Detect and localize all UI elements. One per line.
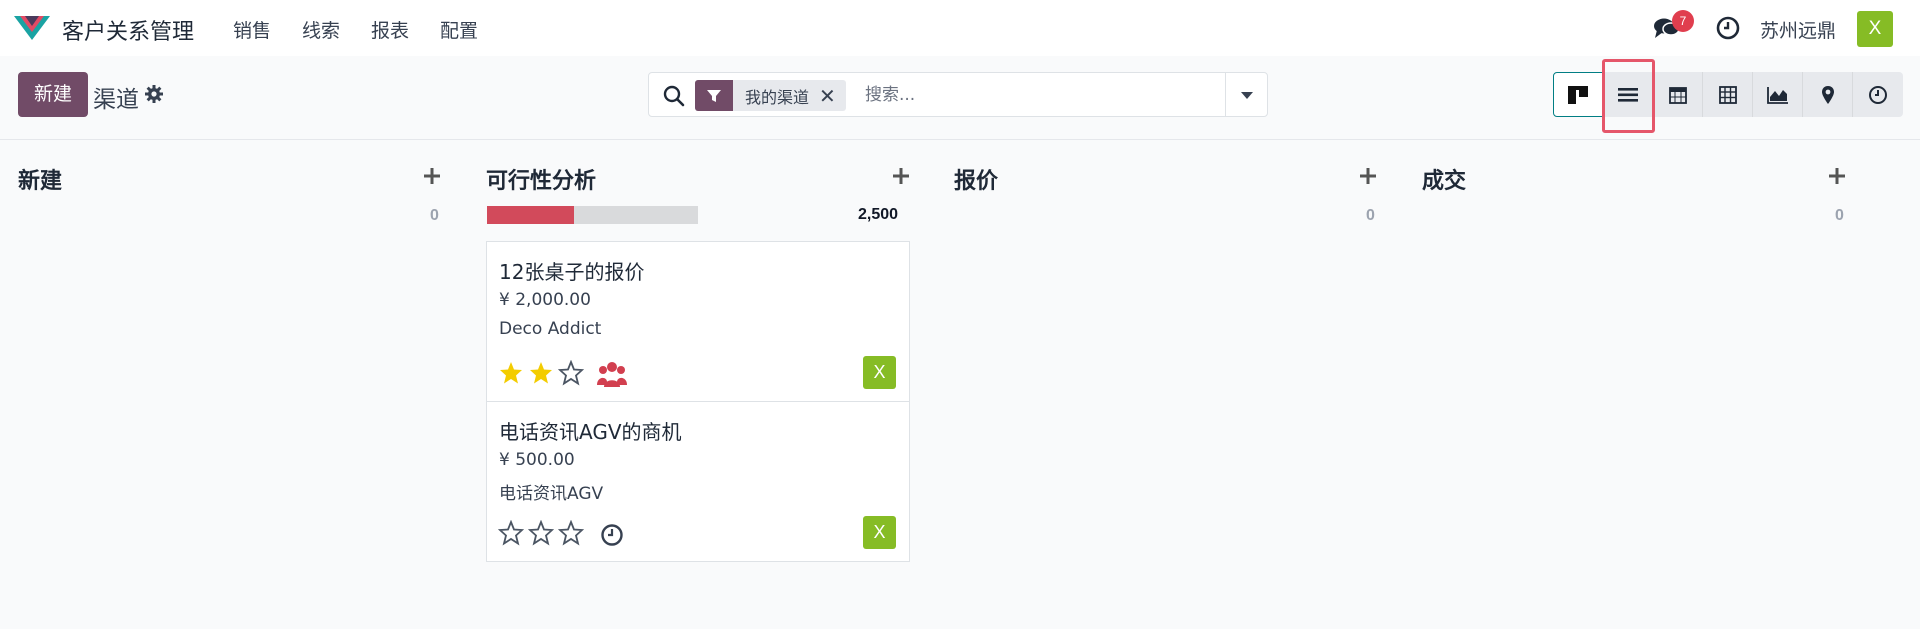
column-title-new: 新建 — [18, 169, 63, 194]
column-title-won: 成交 — [1422, 169, 1467, 194]
map-icon — [1821, 85, 1834, 104]
card-amount: ¥ 2,000.00 — [499, 290, 591, 310]
users-icon[interactable] — [597, 360, 627, 388]
caret-down-icon — [1240, 91, 1253, 99]
search-input[interactable] — [865, 81, 1225, 109]
card-title: 12张桌子的报价 — [499, 260, 645, 284]
column-add-icon[interactable] — [423, 167, 441, 185]
user-avatar[interactable]: X — [1857, 11, 1893, 47]
menu-item-leads[interactable]: 线索 — [302, 16, 340, 43]
progress-fill-red[interactable] — [487, 206, 574, 224]
search-bar: 我的渠道 ✕ — [648, 72, 1268, 117]
company-switcher[interactable]: 苏州远鼎 — [1760, 16, 1836, 43]
column-add-icon[interactable] — [1828, 167, 1846, 185]
column-count: 0 — [1835, 207, 1844, 224]
kanban-icon — [1568, 85, 1588, 104]
column-title-quotation: 报价 — [954, 169, 999, 194]
menu-item-sales[interactable]: 销售 — [233, 16, 271, 43]
search-icon[interactable] — [663, 85, 685, 107]
star-empty-icon[interactable] — [558, 360, 584, 386]
view-map-button[interactable] — [1803, 72, 1853, 117]
star-empty-icon[interactable] — [498, 520, 524, 546]
clock-icon[interactable] — [600, 523, 624, 547]
new-button[interactable]: 新建 — [18, 72, 88, 117]
notification-badge: 7 — [1672, 10, 1694, 32]
divider — [0, 139, 1920, 140]
column-count: 2,500 — [858, 206, 899, 223]
app-title[interactable]: 客户关系管理 — [62, 14, 194, 46]
card-title: 电话资讯AGV的商机 — [499, 420, 682, 444]
clock-icon[interactable] — [1716, 16, 1740, 40]
search-facet: 我的渠道 ✕ — [695, 80, 846, 111]
kanban-card[interactable]: 12张桌子的报价 ¥ 2,000.00 Deco Addict X — [486, 241, 910, 402]
star-filled-icon[interactable] — [498, 360, 524, 386]
card-amount: ¥ 500.00 — [499, 450, 575, 470]
column-count: 0 — [430, 207, 439, 224]
column-add-icon[interactable] — [1359, 167, 1377, 185]
menu-item-configuration[interactable]: 配置 — [440, 16, 478, 43]
view-calendar-button[interactable] — [1653, 72, 1703, 117]
activity-icon — [1869, 85, 1887, 104]
column-count: 0 — [1366, 207, 1375, 224]
view-graph-button[interactable] — [1753, 72, 1803, 117]
star-empty-icon[interactable] — [528, 520, 554, 546]
pivot-icon — [1718, 85, 1737, 104]
calendar-icon — [1668, 86, 1687, 104]
search-options-toggle[interactable] — [1225, 73, 1267, 116]
list-view-highlight — [1602, 59, 1655, 133]
menu-item-reporting[interactable]: 报表 — [371, 16, 409, 43]
card-avatar[interactable]: X — [863, 356, 896, 389]
card-partner: Deco Addict — [499, 319, 602, 339]
view-activity-button[interactable] — [1853, 72, 1903, 117]
filter-icon — [695, 80, 733, 111]
column-add-icon[interactable] — [892, 167, 910, 185]
facet-label: 我的渠道 — [745, 87, 810, 107]
top-navbar: 客户关系管理 销售 线索 报表 配置 7 苏州远鼎 X — [0, 0, 1920, 56]
card-avatar[interactable]: X — [863, 516, 896, 549]
view-kanban-button[interactable] — [1553, 72, 1603, 117]
kanban-card[interactable]: 电话资讯AGV的商机 ¥ 500.00 电话资讯AGV X — [486, 401, 910, 562]
main-menu: 销售 线索 报表 配置 — [233, 16, 509, 43]
breadcrumb: 渠道 — [93, 87, 139, 113]
star-filled-icon[interactable] — [528, 360, 554, 386]
view-pivot-button[interactable] — [1703, 72, 1753, 117]
column-progress-bar[interactable] — [487, 206, 698, 224]
column-title-feasibility: 可行性分析 — [486, 169, 597, 194]
facet-remove-icon[interactable]: ✕ — [819, 84, 846, 108]
card-partner: 电话资讯AGV — [499, 484, 604, 504]
graph-icon — [1766, 86, 1788, 104]
gear-icon[interactable] — [145, 85, 163, 103]
priority-stars — [498, 520, 584, 546]
priority-stars — [498, 360, 584, 386]
star-empty-icon[interactable] — [558, 520, 584, 546]
crm-logo-icon[interactable] — [14, 14, 50, 40]
